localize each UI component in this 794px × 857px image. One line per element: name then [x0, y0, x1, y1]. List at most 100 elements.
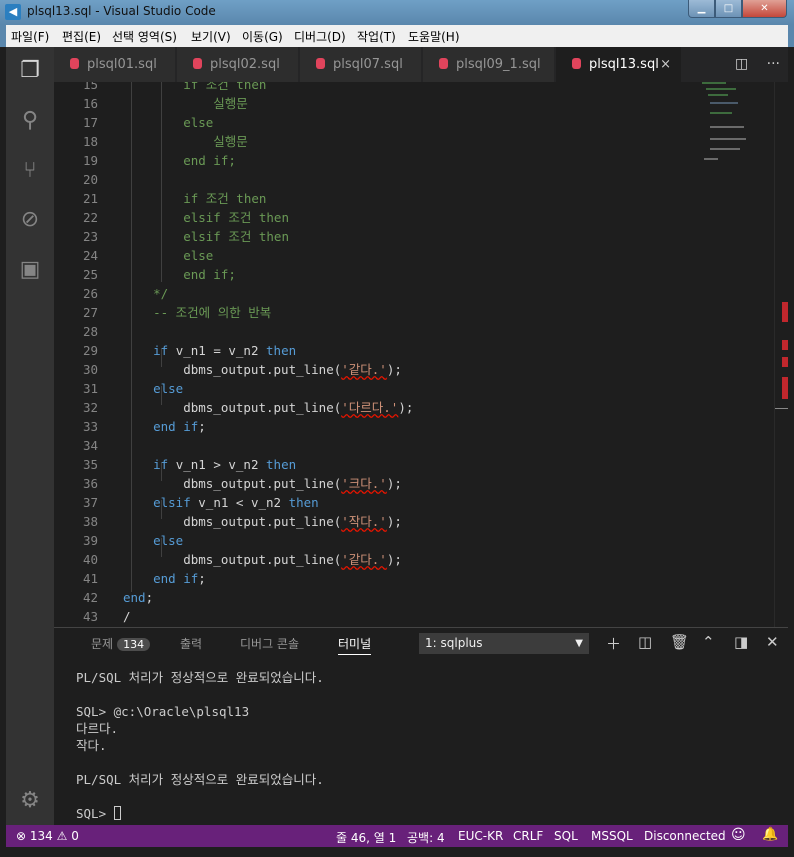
new-terminal-icon[interactable]: ＋	[606, 633, 621, 654]
encoding[interactable]: EUC-KR	[458, 829, 503, 843]
sql-dialect[interactable]: MSSQL	[591, 829, 633, 843]
close-panel-icon[interactable]: ✕	[766, 633, 779, 651]
extensions-icon[interactable]: ▣	[16, 256, 44, 284]
cursor-position[interactable]: 줄 46, 열 1	[336, 829, 396, 846]
problem-count-badge: 134	[117, 638, 151, 651]
menu-file[interactable]: 파일(F)	[11, 28, 49, 45]
code-line: end;	[123, 590, 154, 605]
tab-plsql07[interactable]: plsql07.sql	[300, 47, 422, 82]
code-line: end if;	[123, 267, 236, 282]
language-mode[interactable]: SQL	[554, 829, 578, 843]
line-number: 39	[82, 533, 98, 548]
tab-plsql02[interactable]: plsql02.sql	[177, 47, 299, 82]
tab-plsql01[interactable]: plsql01.sql	[54, 47, 176, 82]
menu-help[interactable]: 도움말(H)	[408, 28, 460, 45]
tab-problems[interactable]: 문제 134	[91, 635, 151, 652]
line-number: 22	[82, 210, 98, 225]
tab-plsql13[interactable]: plsql13.sql ×	[556, 47, 682, 82]
tab-plsql09-1[interactable]: plsql09_1.sql	[423, 47, 555, 82]
problems-status[interactable]: ⊗ 134 ⚠ 0	[16, 829, 79, 843]
connection-status[interactable]: Disconnected	[644, 829, 726, 843]
search-icon[interactable]: ⚲	[16, 107, 44, 135]
line-number: 31	[82, 381, 98, 396]
menu-edit[interactable]: 편집(E)	[62, 28, 101, 45]
terminal-output[interactable]: PL/SQL 처리가 정상적으로 완료되었습니다. SQL> @c:\Oracl…	[76, 669, 324, 822]
code-line: dbms_output.put_line('작다.');	[123, 514, 402, 529]
menu-debug[interactable]: 디버그(D)	[294, 28, 346, 45]
minimize-button[interactable]: ▁	[688, 0, 715, 18]
code-line: dbms_output.put_line('같다.');	[123, 362, 402, 377]
more-actions-icon[interactable]: ···	[767, 56, 780, 72]
tab-terminal[interactable]: 터미널	[338, 635, 372, 655]
split-editor-icon[interactable]: ◫	[735, 56, 748, 72]
split-terminal-icon[interactable]: ◫	[638, 633, 652, 651]
line-number: 40	[82, 552, 98, 567]
menu-tasks[interactable]: 작업(T)	[357, 28, 396, 45]
terminal-prompt: SQL>	[76, 806, 114, 821]
line-number: 43	[82, 609, 98, 624]
tab-label: plsql01.sql	[87, 57, 157, 72]
debug-icon[interactable]: ⊘	[16, 206, 44, 234]
database-icon	[572, 58, 581, 69]
warning-icon: ⚠	[56, 829, 68, 843]
terminal-cursor	[113, 806, 121, 820]
line-number: 23	[82, 229, 98, 244]
line-number: 21	[82, 191, 98, 206]
code-line: /	[123, 609, 131, 624]
code-editor[interactable]: 15 if 조건 then 16 실행문 17 else 18 실행문 19 e…	[54, 82, 788, 627]
menu-view[interactable]: 보기(V)	[191, 28, 231, 45]
tab-label: plsql02.sql	[210, 57, 280, 72]
tab-output[interactable]: 출력	[180, 635, 202, 652]
line-number: 30	[82, 362, 98, 377]
explorer-icon[interactable]: ❐	[16, 57, 44, 85]
tab-label: 문제	[91, 637, 114, 651]
menu-go[interactable]: 이동(G)	[242, 28, 283, 45]
editor-tabs: plsql01.sql plsql02.sql plsql07.sql plsq…	[54, 47, 788, 82]
line-number: 25	[82, 267, 98, 282]
line-number: 19	[82, 153, 98, 168]
activity-bar: ❐ ⚲ ⑂ ⊘ ▣ ⚙	[6, 47, 54, 825]
minimap[interactable]	[702, 82, 768, 182]
code-line: 실행문	[123, 96, 248, 111]
line-number: 16	[82, 96, 98, 111]
terminal-line: 다르다.	[76, 721, 119, 736]
trash-icon[interactable]: 🗑	[670, 633, 689, 651]
workbench: ❐ ⚲ ⑂ ⊘ ▣ ⚙ plsql01.sql plsql02.sql plsq…	[6, 47, 788, 851]
bottom-panel: 문제 134 출력 디버그 콘솔 터미널 1: sqlplus ▼ ＋ ◫ 🗑 ⌃ …	[54, 627, 788, 825]
title-bar: ◀ plsql13.sql - Visual Studio Code ▁ □ ✕	[0, 0, 794, 25]
indentation[interactable]: 공백: 4	[407, 829, 445, 846]
database-icon	[439, 58, 448, 69]
close-window-button[interactable]: ✕	[742, 0, 787, 18]
code-line: elsif 조건 then	[123, 210, 289, 225]
code-line: elsif v_n1 < v_n2 then	[153, 495, 319, 510]
toggle-panel-icon[interactable]: ◨	[734, 633, 748, 651]
settings-icon[interactable]: ⚙	[16, 787, 44, 815]
menu-selection[interactable]: 선택 영역(S)	[112, 28, 177, 45]
line-number: 32	[82, 400, 98, 415]
code-line: end if;	[123, 153, 236, 168]
close-tab-icon[interactable]: ×	[660, 47, 671, 82]
code-line: if 조건 then	[123, 191, 267, 206]
line-number: 29	[82, 343, 98, 358]
line-ending[interactable]: CRLF	[513, 829, 543, 843]
code-line: else	[123, 248, 214, 263]
code-line: dbms_output.put_line('같다.');	[123, 552, 402, 567]
line-number: 33	[82, 419, 98, 434]
line-number: 37	[82, 495, 98, 510]
editor-scrollbar[interactable]	[774, 82, 788, 627]
line-number: 42	[82, 590, 98, 605]
bell-icon[interactable]: 🔔	[762, 827, 778, 842]
code-line: dbms_output.put_line('크다.');	[123, 476, 402, 491]
terminal-select[interactable]: 1: sqlplus ▼	[419, 633, 589, 654]
source-control-icon[interactable]: ⑂	[16, 157, 44, 185]
feedback-smiley-icon[interactable]: ☺	[731, 827, 746, 843]
line-number: 27	[82, 305, 98, 320]
tab-debug-console[interactable]: 디버그 콘솔	[240, 635, 299, 652]
error-marker	[782, 377, 788, 399]
maximize-button[interactable]: □	[715, 0, 742, 18]
code-line: elsif 조건 then	[123, 229, 289, 244]
line-number: 17	[82, 115, 98, 130]
code-line: */	[123, 286, 169, 301]
chevron-up-icon[interactable]: ⌃	[702, 633, 715, 651]
